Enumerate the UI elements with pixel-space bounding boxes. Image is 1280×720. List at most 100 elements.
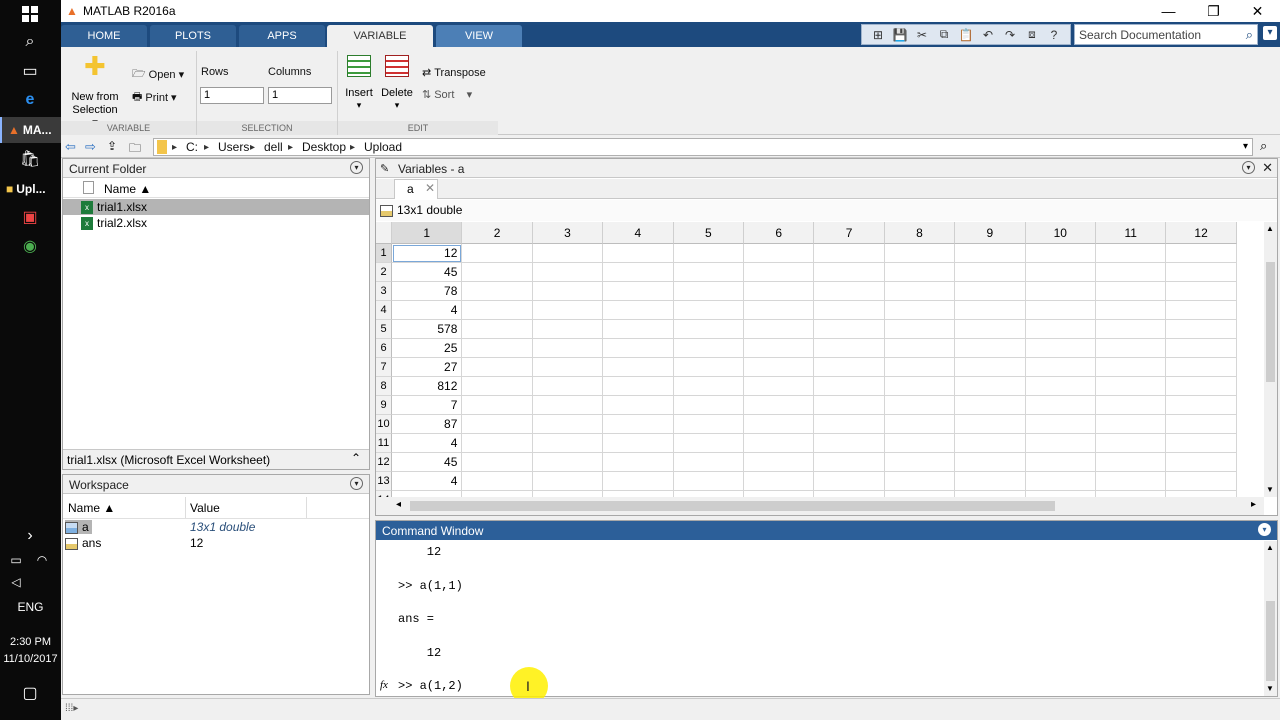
grid-cell[interactable] (1025, 282, 1096, 301)
grid-cell[interactable] (1166, 282, 1237, 301)
grid-cell[interactable] (603, 472, 674, 491)
grid-cell[interactable] (603, 415, 674, 434)
path-crumb-upload[interactable]: Upload (364, 140, 402, 154)
grid-cell[interactable] (744, 358, 815, 377)
grid-cell[interactable]: 27 (392, 358, 463, 377)
transpose-button[interactable]: ⇄ Transpose (422, 66, 486, 80)
language-indicator[interactable]: ENG (0, 600, 61, 614)
grid-cell[interactable] (1166, 415, 1237, 434)
grid-cell[interactable] (532, 301, 604, 320)
chevron-up-icon[interactable]: › (14, 524, 46, 548)
grid-cell[interactable] (532, 320, 604, 339)
grid-cell[interactable] (884, 339, 956, 358)
grid-cell[interactable] (744, 396, 815, 415)
grid-cell[interactable] (744, 282, 815, 301)
grid-cell[interactable] (462, 377, 533, 396)
grid-cell[interactable] (1025, 472, 1096, 491)
grid-cell[interactable] (1096, 301, 1167, 320)
grid-cell[interactable] (955, 358, 1026, 377)
grid-cell[interactable] (1096, 396, 1167, 415)
column-header[interactable]: 10 (1025, 222, 1096, 244)
tab-view[interactable]: VIEW (436, 25, 522, 47)
save-icon[interactable]: 💾 (890, 26, 910, 44)
grid-cell[interactable] (955, 244, 1026, 263)
grid-cell[interactable] (1096, 377, 1167, 396)
grid-cell[interactable] (673, 263, 744, 282)
grid-cell[interactable] (532, 453, 604, 472)
grid-cell[interactable] (884, 320, 956, 339)
grid-cell[interactable] (1096, 453, 1167, 472)
grid-cell[interactable] (814, 377, 885, 396)
row-header[interactable]: 11 (376, 434, 392, 453)
grid-cell[interactable] (673, 472, 744, 491)
grid-cell[interactable] (884, 434, 956, 453)
grid-cell[interactable] (884, 244, 956, 263)
tab-apps[interactable]: APPS (239, 25, 325, 47)
grid-cell[interactable] (744, 472, 815, 491)
redo-icon[interactable]: ↷ (1000, 26, 1020, 44)
file-row[interactable]: x trial1.xlsx (63, 199, 369, 215)
grid-cell[interactable] (673, 358, 744, 377)
grid-cell[interactable] (744, 453, 815, 472)
grid-cell[interactable] (1166, 377, 1237, 396)
path-crumb-users[interactable]: Users (218, 140, 249, 154)
minimize-button[interactable]: — (1146, 0, 1191, 22)
grid-cell[interactable] (1025, 415, 1096, 434)
grid-cell[interactable] (1025, 339, 1096, 358)
layout-icon[interactable]: ⊞ (868, 26, 888, 44)
grid-cell[interactable] (884, 282, 956, 301)
chevron-up-icon[interactable]: ⌃ (351, 451, 361, 465)
grid-cell[interactable] (1096, 339, 1167, 358)
grid-cell[interactable] (673, 377, 744, 396)
grid-cell[interactable] (1096, 415, 1167, 434)
grid-cell[interactable]: 4 (392, 301, 463, 320)
column-header[interactable]: 8 (884, 222, 956, 244)
search-icon[interactable]: ⌕ (1246, 27, 1253, 43)
grid-cell[interactable] (1166, 301, 1237, 320)
column-header[interactable]: 6 (744, 222, 815, 244)
sort-button[interactable]: ⇅ Sort ▾ (422, 88, 472, 102)
grid-cell[interactable] (603, 377, 674, 396)
paste-icon[interactable]: 📋 (956, 26, 976, 44)
grid-cell[interactable] (532, 282, 604, 301)
grid-cell[interactable] (462, 320, 533, 339)
grid-cell[interactable] (814, 358, 885, 377)
close-tab-icon[interactable]: ✕ (425, 181, 435, 195)
grid-cell[interactable] (532, 434, 604, 453)
path-crumb-c[interactable]: C: (186, 140, 198, 154)
grid-cell[interactable] (532, 358, 604, 377)
column-header[interactable]: 7 (814, 222, 885, 244)
edge-browser-icon[interactable]: e (14, 88, 46, 112)
grid-cell[interactable] (1166, 358, 1237, 377)
grid-cell[interactable] (603, 244, 674, 263)
folder-column-header[interactable]: Name ▲ (63, 179, 369, 198)
windows-start-icon[interactable] (14, 2, 46, 26)
row-header[interactable]: 7 (376, 358, 392, 377)
command-window-body[interactable]: 12 >> a(1,1) ans = 12 >> a(1,2) (376, 541, 1264, 696)
restore-button[interactable]: ❐ (1191, 0, 1236, 22)
grid-cell[interactable] (814, 396, 885, 415)
column-header[interactable]: 1 (392, 222, 463, 244)
grid-cell[interactable] (603, 301, 674, 320)
scroll-up-icon[interactable]: ▲ (1266, 224, 1274, 233)
grid-cell[interactable] (955, 301, 1026, 320)
taskbar-folder-app[interactable]: ■ Upl... (0, 176, 61, 202)
row-header[interactable]: 1 (376, 244, 392, 263)
chrome-icon[interactable]: ◉ (14, 234, 46, 258)
column-header[interactable]: 9 (955, 222, 1026, 244)
undo-icon[interactable]: ↶ (978, 26, 998, 44)
close-panel-icon[interactable]: ✕ (1262, 160, 1273, 176)
grid-cell[interactable] (814, 434, 885, 453)
grid-cell[interactable] (884, 377, 956, 396)
grid-cell[interactable] (673, 453, 744, 472)
grid-cell[interactable] (955, 282, 1026, 301)
panel-menu-icon[interactable]: ▾ (1258, 523, 1271, 536)
grid-cell[interactable]: 7 (392, 396, 463, 415)
grid-cell[interactable] (884, 453, 956, 472)
path-crumb-desktop[interactable]: Desktop (302, 140, 346, 154)
grid-cell[interactable] (462, 396, 533, 415)
back-icon[interactable]: ⇦ (65, 139, 76, 155)
grid-cell[interactable] (532, 244, 604, 263)
grid-cell[interactable] (462, 301, 533, 320)
path-crumb-dell[interactable]: dell (264, 140, 283, 154)
